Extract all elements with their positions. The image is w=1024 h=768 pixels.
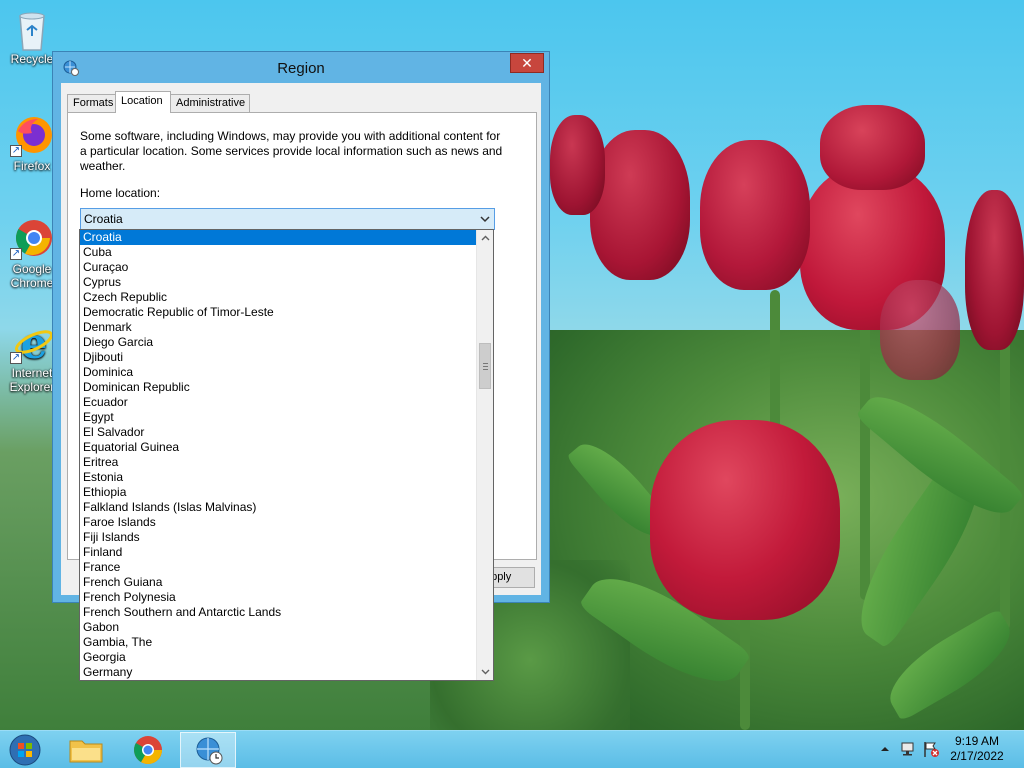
system-tray: 9:19 AM 2/17/2022 bbox=[864, 731, 1024, 768]
tab-label: Administrative bbox=[176, 97, 246, 109]
list-item[interactable]: Gambia, The bbox=[80, 635, 477, 650]
list-item[interactable]: Georgia bbox=[80, 650, 477, 665]
list-item[interactable]: Faroe Islands bbox=[80, 515, 477, 530]
thumb-grip bbox=[483, 369, 488, 370]
list-item[interactable]: Eritrea bbox=[80, 455, 477, 470]
wallpaper-tulip bbox=[880, 280, 960, 380]
list-item[interactable]: Cyprus bbox=[80, 275, 477, 290]
desktop-icon-label: Internet Explorer bbox=[9, 366, 55, 394]
list-item[interactable]: France bbox=[80, 560, 477, 575]
close-button[interactable]: ✕ bbox=[510, 53, 544, 73]
chrome-icon: ↗ bbox=[10, 216, 54, 260]
list-item[interactable]: Germany bbox=[80, 665, 477, 680]
tab-administrative[interactable]: Administrative bbox=[170, 94, 250, 112]
shortcut-arrow-icon: ↗ bbox=[10, 145, 22, 157]
home-location-dropdown[interactable]: Croatia Cuba Curaçao Cyprus Czech Republic De… bbox=[79, 229, 494, 681]
chrome-taskbar-button[interactable] bbox=[120, 732, 176, 768]
list-item[interactable]: Dominican Republic bbox=[80, 380, 477, 395]
location-list[interactable]: Croatia Cuba Curaçao Cyprus Czech Republic De… bbox=[80, 230, 477, 680]
tab-formats[interactable]: Formats bbox=[67, 94, 116, 112]
location-description: Some software, including Windows, may pr… bbox=[80, 129, 503, 173]
taskbar: 9:19 AM 2/17/2022 bbox=[0, 730, 1024, 768]
home-location-combobox[interactable]: Croatia bbox=[80, 208, 495, 230]
recycle-bin-icon bbox=[10, 6, 54, 51]
desktop-icon-label: Google Chrome bbox=[10, 262, 54, 290]
scroll-down-button[interactable] bbox=[477, 663, 493, 680]
scrollbar-thumb[interactable] bbox=[479, 343, 491, 389]
list-item[interactable]: Dominica bbox=[80, 365, 477, 380]
list-item[interactable]: Czech Republic bbox=[80, 290, 477, 305]
wallpaper-tulip bbox=[590, 130, 690, 280]
list-item[interactable]: Cuba bbox=[80, 245, 477, 260]
dialog-title: Region bbox=[277, 60, 325, 77]
start-button[interactable] bbox=[0, 732, 50, 768]
list-item[interactable]: El Salvador bbox=[80, 425, 477, 440]
wallpaper-tulip bbox=[650, 420, 840, 620]
tab-label: Location bbox=[121, 95, 163, 107]
list-item[interactable]: Curaçao bbox=[80, 260, 477, 275]
list-item[interactable]: Democratic Republic of Timor-Leste bbox=[80, 305, 477, 320]
list-item[interactable]: Djibouti bbox=[80, 350, 477, 365]
firefox-icon: ↗ bbox=[10, 113, 54, 157]
wallpaper-tulip bbox=[965, 190, 1024, 350]
list-item[interactable]: Falkland Islands (Islas Malvinas) bbox=[80, 500, 477, 515]
list-item[interactable]: Estonia bbox=[80, 470, 477, 485]
file-explorer-button[interactable] bbox=[58, 732, 114, 768]
wallpaper-tulip bbox=[550, 115, 605, 215]
region-settings-icon bbox=[196, 737, 223, 765]
list-scrollbar[interactable] bbox=[476, 230, 493, 680]
list-item[interactable]: Croatia bbox=[80, 230, 477, 245]
list-item[interactable]: French Polynesia bbox=[80, 590, 477, 605]
list-item[interactable]: French Guiana bbox=[80, 575, 477, 590]
shortcut-arrow-icon: ↗ bbox=[10, 352, 22, 364]
scroll-up-button[interactable] bbox=[477, 230, 493, 247]
wallpaper-stem bbox=[770, 290, 780, 440]
list-item[interactable]: Finland bbox=[80, 545, 477, 560]
list-item[interactable]: Gabon bbox=[80, 620, 477, 635]
list-item[interactable]: French Southern and Antarctic Lands bbox=[80, 605, 477, 620]
action-center-flag-icon[interactable] bbox=[922, 740, 940, 761]
wallpaper-tulip bbox=[820, 105, 925, 190]
close-icon: ✕ bbox=[521, 55, 533, 71]
clock-time: 9:19 AM bbox=[954, 734, 1000, 748]
list-item[interactable]: Egypt bbox=[80, 410, 477, 425]
thumb-grip bbox=[483, 366, 488, 367]
desktop-icon-label: Firefox bbox=[13, 159, 51, 173]
wallpaper-tulip bbox=[700, 140, 810, 290]
list-item[interactable]: Fiji Islands bbox=[80, 530, 477, 545]
tab-location[interactable]: Location bbox=[115, 91, 171, 113]
shortcut-arrow-icon: ↗ bbox=[10, 248, 22, 260]
dialog-titlebar[interactable]: Region ✕ bbox=[53, 52, 549, 84]
clock-date: 2/17/2022 bbox=[950, 749, 1004, 763]
ie-icon: e ↗ bbox=[10, 319, 54, 368]
taskbar-clock[interactable]: 9:19 AM 2/17/2022 bbox=[942, 734, 1012, 764]
chrome-icon bbox=[134, 736, 162, 764]
thumb-grip bbox=[483, 363, 488, 364]
svg-text:e: e bbox=[21, 320, 48, 364]
wallpaper-stem bbox=[860, 300, 870, 600]
list-item[interactable]: Ecuador bbox=[80, 395, 477, 410]
list-item[interactable]: Ethiopia bbox=[80, 485, 477, 500]
file-explorer-icon bbox=[69, 740, 103, 763]
network-icon[interactable] bbox=[900, 740, 918, 761]
region-taskbar-button[interactable] bbox=[180, 732, 236, 768]
list-item[interactable]: Denmark bbox=[80, 320, 477, 335]
home-location-label: Home location: bbox=[80, 186, 161, 200]
tab-label: Formats bbox=[73, 97, 114, 109]
desktop-icon-label: Recycle bbox=[10, 52, 54, 66]
show-hidden-icons-icon[interactable] bbox=[880, 742, 890, 759]
list-item[interactable]: Equatorial Guinea bbox=[80, 440, 477, 455]
home-location-value: Croatia bbox=[84, 212, 123, 226]
list-item[interactable]: Diego Garcia bbox=[80, 335, 477, 350]
